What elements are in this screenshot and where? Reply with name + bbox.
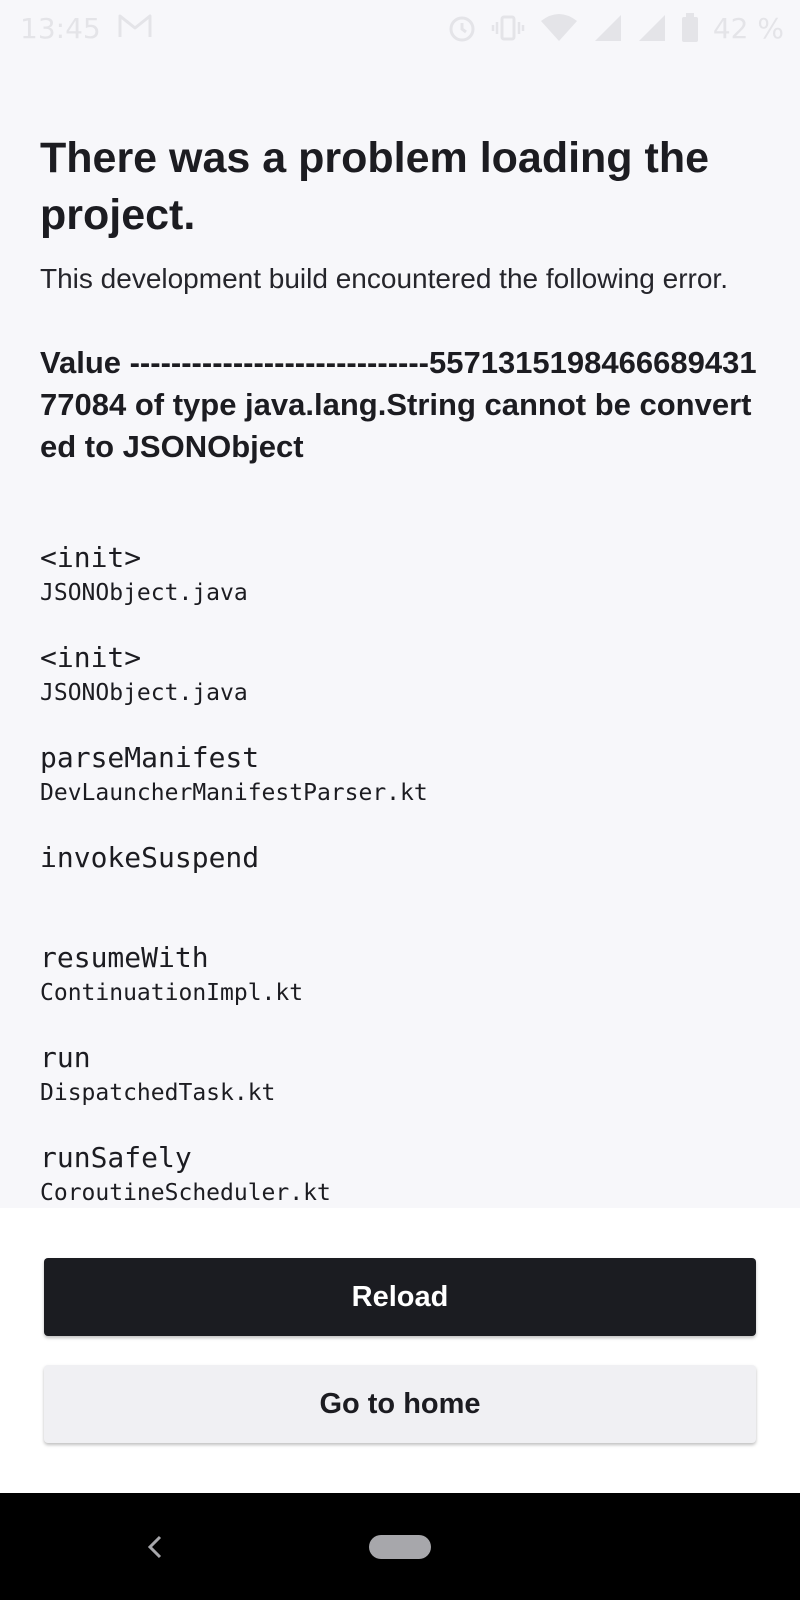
error-subtitle: This development build encountered the f… [40,263,728,294]
action-panel: Reload Go to home [0,1208,800,1493]
battery-icon [681,13,698,42]
stack-frame-file: JSONObject.java [40,580,248,606]
stack-frame: run DispatchedTask.kt [40,1040,760,1110]
stack-frame: runSafely CoroutineScheduler.kt [40,1140,760,1210]
stack-frame: parseManifest DevLauncherManifestParser.… [40,740,760,810]
stack-frame-file: ContinuationImpl.kt [40,980,304,1006]
stack-frame-method: runSafely [40,1141,192,1174]
stack-frame-method: run [40,1041,91,1074]
stack-frame-file: DispatchedTask.kt [40,1080,276,1106]
signal-icon [638,15,665,41]
stack-frame-method: resumeWith [40,941,209,974]
error-message: Value -----------------------------55713… [40,345,757,464]
status-bar: 13:45 42 % [0,0,800,56]
stack-frame-file: JSONObject.java [40,680,248,706]
stack-frame: <init> JSONObject.java [40,540,760,610]
stack-frame: invokeSuspend [40,840,760,910]
mail-icon [118,14,152,37]
navigation-bar [0,1493,800,1600]
stack-frame-file: CoroutineScheduler.kt [40,1180,331,1206]
stack-frame-method: parseManifest [40,741,260,774]
go-to-home-button[interactable]: Go to home [44,1365,756,1443]
vibrate-icon [491,15,525,41]
stack-frame-method: <init> [40,641,142,674]
reload-button[interactable]: Reload [44,1258,756,1336]
stack-trace: <init> JSONObject.java <init> JSONObject… [40,540,760,1240]
error-content: There was a problem loading the project.… [40,130,760,468]
wifi-icon [540,14,577,41]
stack-frame: resumeWith ContinuationImpl.kt [40,940,760,1010]
status-icons: 42 % [447,8,784,48]
stack-frame-method: invokeSuspend [40,841,260,874]
alarm-icon [449,16,475,42]
status-time: 13:45 [20,12,101,45]
back-icon[interactable] [140,1529,170,1565]
home-pill-icon[interactable] [369,1535,431,1559]
stack-frame-file: DevLauncherManifestParser.kt [40,780,428,806]
stack-frame-file [40,876,760,910]
page-title: There was a problem loading the project. [40,134,710,239]
signal-icon [594,15,621,41]
stack-frame: <init> JSONObject.java [40,640,760,710]
stack-frame-method: <init> [40,541,142,574]
battery-percentage: 42 % [712,11,784,45]
